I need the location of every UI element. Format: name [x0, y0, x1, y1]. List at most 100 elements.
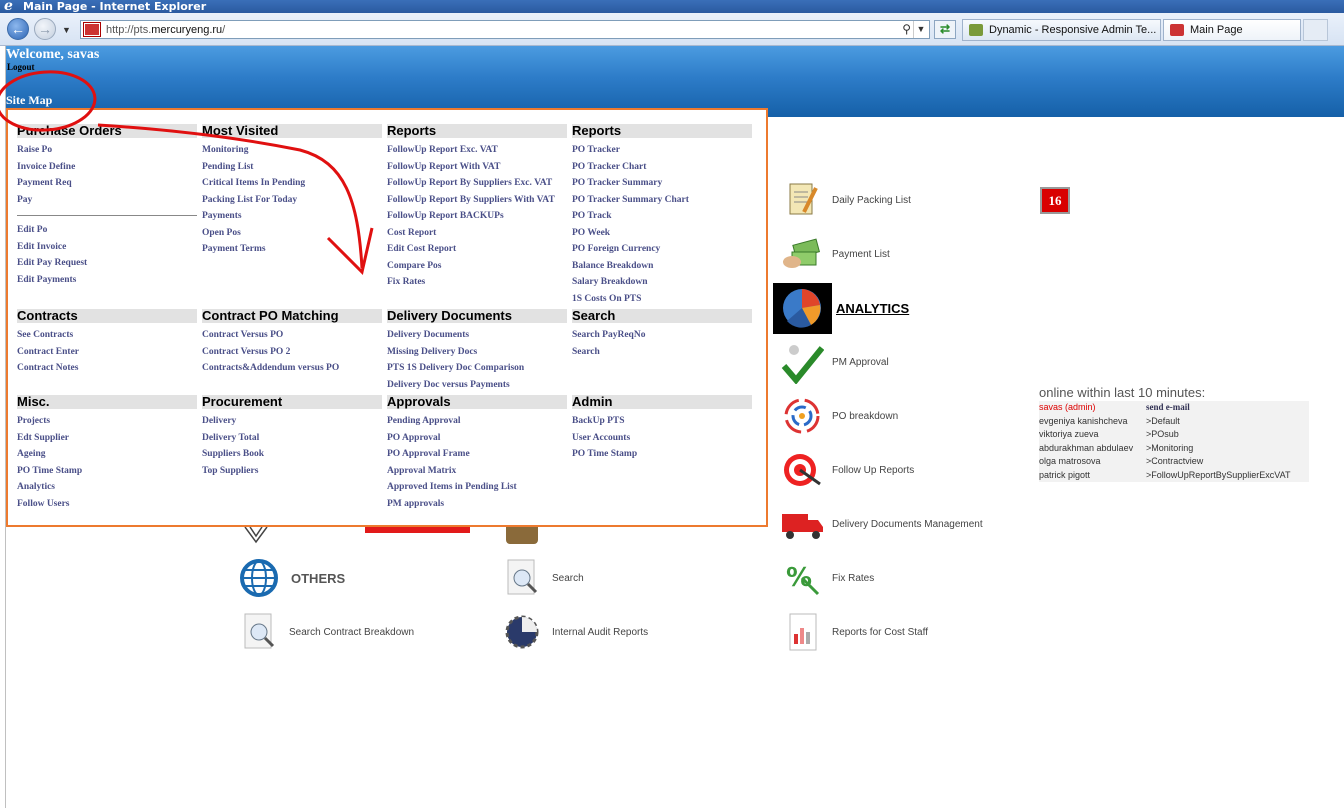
tile-follow-up-reports[interactable]: Follow Up Reports — [780, 448, 914, 492]
tile-analytics[interactable]: ANALYTICS — [773, 283, 909, 334]
browser-tab-main-page[interactable]: Main Page — [1163, 19, 1301, 41]
address-dropdown-icon[interactable]: ▼ — [913, 21, 928, 38]
sitemap-link[interactable]: Search PayReqNo — [572, 327, 752, 344]
tile-daily-packing-list[interactable]: Daily Packing List — [780, 178, 911, 222]
sitemap-link[interactable]: Follow Users — [17, 496, 197, 513]
back-button[interactable]: ← — [7, 18, 29, 40]
tile-delivery-documents-management[interactable]: Delivery Documents Management — [780, 502, 983, 546]
sitemap-link[interactable]: Pay — [17, 192, 197, 209]
sitemap-link[interactable]: PO Tracker Summary Chart — [572, 192, 752, 209]
sitemap-link[interactable]: Edit Invoice — [17, 239, 197, 256]
sitemap-link[interactable]: Pending List — [202, 159, 382, 176]
tile-fix-rates[interactable]: % Fix Rates — [780, 556, 874, 600]
sitemap-link[interactable]: Approved Items in Pending List — [387, 479, 567, 496]
analytics-link[interactable]: ANALYTICS — [836, 301, 909, 316]
tile-po-breakdown[interactable]: PO breakdown — [780, 394, 898, 438]
sitemap-link[interactable]: Suppliers Book — [202, 446, 382, 463]
sitemap-link[interactable]: PO Week — [572, 225, 752, 242]
sitemap-link[interactable]: PO Track — [572, 208, 752, 225]
sitemap-link[interactable]: See Contracts — [17, 327, 197, 344]
sitemap-link[interactable]: Missing Delivery Docs — [387, 344, 567, 361]
sitemap-link[interactable]: PO Tracker — [572, 142, 752, 159]
sitemap-link[interactable]: Pending Approval — [387, 413, 567, 430]
sitemap-link[interactable]: Balance Breakdown — [572, 258, 752, 275]
sitemap-link[interactable]: PO Foreign Currency — [572, 241, 752, 258]
report-chart-icon — [780, 610, 824, 654]
url-text[interactable]: http://pts.mercuryeng.ru/ — [106, 24, 225, 36]
site-map-link[interactable]: Site Map — [6, 93, 52, 108]
sitemap-link[interactable]: PO Time Stamp — [17, 463, 197, 480]
sitemap-link[interactable]: Edit Cost Report — [387, 241, 567, 258]
tile-pm-approval[interactable]: PM Approval — [780, 340, 889, 385]
sitemap-link[interactable]: Fix Rates — [387, 274, 567, 291]
sitemap-link[interactable]: PO Approval Frame — [387, 446, 567, 463]
sitemap-link[interactable]: Critical Items In Pending — [202, 175, 382, 192]
sitemap-link[interactable]: Edit Pay Request — [17, 255, 197, 272]
sitemap-link[interactable]: Payment Req — [17, 175, 197, 192]
sitemap-link[interactable]: FollowUp Report With VAT — [387, 159, 567, 176]
address-bar[interactable]: http://pts.mercuryeng.ru/ ⚲ ▼ — [80, 20, 930, 39]
sitemap-link[interactable]: Edit Payments — [17, 272, 197, 289]
sitemap-link[interactable]: Packing List For Today — [202, 192, 382, 209]
sitemap-link[interactable]: Projects — [17, 413, 197, 430]
sitemap-link[interactable]: Compare Pos — [387, 258, 567, 275]
sitemap-link[interactable]: Raise Po — [17, 142, 197, 159]
history-dropdown-icon[interactable]: ▼ — [62, 25, 71, 35]
user-page: >Contractview — [1146, 456, 1204, 466]
sitemap-link[interactable]: BackUp PTS — [572, 413, 752, 430]
sitemap-link[interactable]: FollowUp Report BACKUPs — [387, 208, 567, 225]
tile-label: PM Approval — [832, 356, 889, 368]
sitemap-link[interactable]: FollowUp Report By Suppliers With VAT — [387, 192, 567, 209]
sitemap-link[interactable]: Salary Breakdown — [572, 274, 752, 291]
sitemap-link[interactable]: Search — [572, 344, 752, 361]
browser-tab-dynamic[interactable]: Dynamic - Responsive Admin Te... — [962, 19, 1161, 41]
count-badge[interactable]: 16 — [1040, 187, 1070, 214]
sitemap-link[interactable]: Payments — [202, 208, 382, 225]
others-link[interactable]: OTHERS — [291, 571, 345, 586]
sitemap-link[interactable]: PTS 1S Delivery Doc Comparison — [387, 360, 567, 377]
search-icon[interactable]: ⚲ — [902, 22, 911, 36]
sitemap-link[interactable]: PO Time Stamp — [572, 446, 752, 463]
sitemap-link[interactable]: Delivery Documents — [387, 327, 567, 344]
user-name: evgeniya kanishcheva — [1039, 415, 1128, 426]
tile-search-contract-breakdown[interactable]: Search Contract Breakdown — [237, 610, 414, 654]
sitemap-link[interactable]: Contract Enter — [17, 344, 197, 361]
sitemap-link[interactable]: Contracts&Addendum versus PO — [202, 360, 382, 377]
sitemap-link[interactable]: Edt Supplier — [17, 430, 197, 447]
sitemap-link[interactable]: User Accounts — [572, 430, 752, 447]
logout-link[interactable]: Logout — [7, 62, 35, 72]
forward-button[interactable]: → — [34, 18, 56, 40]
sitemap-link[interactable]: Top Suppliers — [202, 463, 382, 480]
sitemap-link[interactable]: Delivery Total — [202, 430, 382, 447]
tile-reports-cost-staff[interactable]: Reports for Cost Staff — [780, 610, 928, 654]
tile-internal-audit-reports[interactable]: Internal Audit Reports — [500, 610, 648, 654]
sitemap-link[interactable]: Cost Report — [387, 225, 567, 242]
send-email-link[interactable]: send e-mail — [1146, 401, 1309, 415]
sitemap-link[interactable]: Ageing — [17, 446, 197, 463]
sitemap-link[interactable]: PO Tracker Chart — [572, 159, 752, 176]
sitemap-link[interactable]: Delivery — [202, 413, 382, 430]
sitemap-link[interactable]: Monitoring — [202, 142, 382, 159]
sitemap-link[interactable]: Edit Po — [17, 222, 197, 239]
sitemap-link[interactable]: PM approvals — [387, 496, 567, 513]
sitemap-link[interactable]: FollowUp Report By Suppliers Exc. VAT — [387, 175, 567, 192]
tile-payment-list[interactable]: Payment List — [780, 232, 890, 276]
sitemap-link[interactable]: Approval Matrix — [387, 463, 567, 480]
sitemap-link[interactable]: Delivery Doc versus Payments — [387, 377, 567, 394]
sitemap-link[interactable]: Invoice Define — [17, 159, 197, 176]
sitemap-link[interactable]: PO Tracker Summary — [572, 175, 752, 192]
sitemap-link[interactable]: Open Pos — [202, 225, 382, 242]
sitemap-link[interactable]: FollowUp Report Exc. VAT — [387, 142, 567, 159]
sitemap-link[interactable]: Contract Versus PO — [202, 327, 382, 344]
compatibility-refresh-button[interactable]: ⇄ — [934, 20, 956, 39]
table-row: patrick pigott >FollowUpReportBySupplierE… — [1039, 469, 1309, 483]
tile-others[interactable]: OTHERS — [237, 556, 345, 600]
sitemap-link[interactable]: Contract Notes — [17, 360, 197, 377]
sitemap-link[interactable]: Analytics — [17, 479, 197, 496]
sitemap-link[interactable]: PO Approval — [387, 430, 567, 447]
sitemap-link[interactable]: Payment Terms — [202, 241, 382, 258]
tile-search[interactable]: Search — [500, 556, 584, 600]
sitemap-link[interactable]: 1S Costs On PTS — [572, 291, 752, 308]
new-tab-button[interactable] — [1303, 19, 1328, 41]
sitemap-link[interactable]: Contract Versus PO 2 — [202, 344, 382, 361]
